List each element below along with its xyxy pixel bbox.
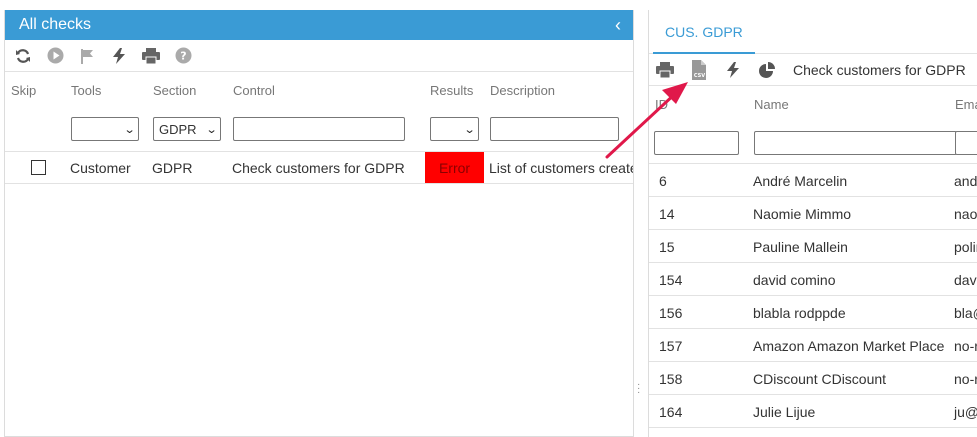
row-email: bla@ [954,305,977,321]
row-tools: Customer [70,160,131,176]
column-header-results[interactable]: Results [430,83,473,98]
table-row[interactable]: 15 Pauline Mallein polin [649,230,977,263]
column-header-section[interactable]: Section [153,83,196,98]
skip-checkbox[interactable] [31,160,46,175]
column-header-control[interactable]: Control [233,83,275,98]
column-header-description[interactable]: Description [490,83,555,98]
row-email: no-r [954,371,977,387]
print-icon[interactable] [141,46,161,66]
row-name: Amazon Amazon Market Place [753,338,945,354]
row-email: and [954,173,977,189]
column-header-tools[interactable]: Tools [71,83,101,98]
row-id: 157 [659,338,683,354]
panel-title: All checks [19,16,92,33]
row-id: 164 [659,404,683,420]
results-rows: 6 André Marcelin and 14 Naomie Mimmo nao… [649,164,977,428]
table-row[interactable]: 6 André Marcelin and [649,164,977,197]
row-name: blabla rodppde [753,305,846,321]
table-row[interactable]: 14 Naomie Mimmo nao [649,197,977,230]
chevron-down-icon: ⌄ [123,123,136,136]
panel-header: All checks ‹ [5,10,633,40]
row-name: Julie Lijue [753,404,816,420]
row-email: ju@ [954,404,977,420]
table-row[interactable]: 164 Julie Lijue ju@ [649,395,977,428]
row-email: davi [954,272,977,288]
row-section: GDPR [152,160,193,176]
results-grid-header: ID Name Ema [649,86,977,164]
column-header-email[interactable]: Ema [955,97,977,112]
row-name: CDiscount CDiscount [753,371,887,387]
all-checks-panel: All checks ‹ ? Skip Tools Section Contro… [4,10,634,437]
row-description: List of customers create [489,160,634,176]
results-title: Check customers for GDPR [793,61,966,78]
bolt-icon[interactable] [109,46,129,66]
csv-file-icon[interactable]: CSV [689,59,709,80]
tab-cus-gdpr[interactable]: CUS. GDPR [653,10,755,54]
checks-grid-header: Skip Tools Section Control Results Descr… [5,72,633,152]
results-panel: CUS. GDPR CSV Check customers for GDPR I… [648,10,977,437]
section-filter-value: GDPR [159,121,197,137]
play-icon[interactable] [45,46,65,66]
column-header-id[interactable]: ID [655,97,668,112]
table-row[interactable]: 156 blabla rodppde bla@ [649,296,977,329]
section-filter-select[interactable]: GDPR ⌄ [153,117,221,141]
chevron-down-icon: ⌄ [205,123,218,136]
row-id: 15 [659,239,675,255]
row-id: 154 [659,272,683,288]
table-row[interactable]: Customer GDPR Check customers for GDPR E… [5,152,633,184]
svg-text:?: ? [180,50,186,63]
svg-text:CSV: CSV [694,73,705,79]
collapse-panel-button[interactable]: ‹ [615,16,621,34]
row-id: 6 [659,173,667,189]
row-email: nao [954,206,977,222]
pie-chart-icon[interactable] [757,60,777,80]
results-toolbar: CSV Check customers for GDPR [649,54,977,86]
row-id: 156 [659,305,683,321]
row-control: Check customers for GDPR [232,160,405,176]
row-name: david comino [753,272,836,288]
row-email: no-r [954,338,977,354]
print-icon[interactable] [655,60,675,80]
row-id: 158 [659,371,683,387]
row-name: Pauline Mallein [753,239,848,255]
row-name: André Marcelin [753,173,848,189]
row-id: 14 [659,206,675,222]
checks-toolbar: ? [5,40,633,72]
email-filter-input[interactable] [955,131,977,155]
chevron-down-icon: ⌄ [463,123,476,136]
row-name: Naomie Mimmo [753,206,852,222]
help-icon[interactable]: ? [173,46,193,66]
name-filter-input[interactable] [754,131,957,155]
result-error-badge[interactable]: Error [425,152,484,183]
results-filter-select[interactable]: ⌄ [430,117,479,141]
refresh-icon[interactable] [13,46,33,66]
column-header-name[interactable]: Name [754,97,789,112]
tools-filter-select[interactable]: ⌄ [71,117,139,141]
control-filter-input[interactable] [233,117,405,141]
column-header-skip[interactable]: Skip [11,83,36,98]
description-filter-input[interactable] [490,117,619,141]
row-email: polin [954,239,977,255]
results-tabs: CUS. GDPR [649,10,977,54]
bolt-icon[interactable] [723,60,743,80]
id-filter-input[interactable] [654,131,739,155]
table-row[interactable]: 158 CDiscount CDiscount no-r [649,362,977,395]
splitter-handle[interactable]: · · · [637,380,641,398]
table-row[interactable]: 157 Amazon Amazon Market Place no-r [649,329,977,362]
flag-icon[interactable] [77,46,97,66]
table-row[interactable]: 154 david comino davi [649,263,977,296]
